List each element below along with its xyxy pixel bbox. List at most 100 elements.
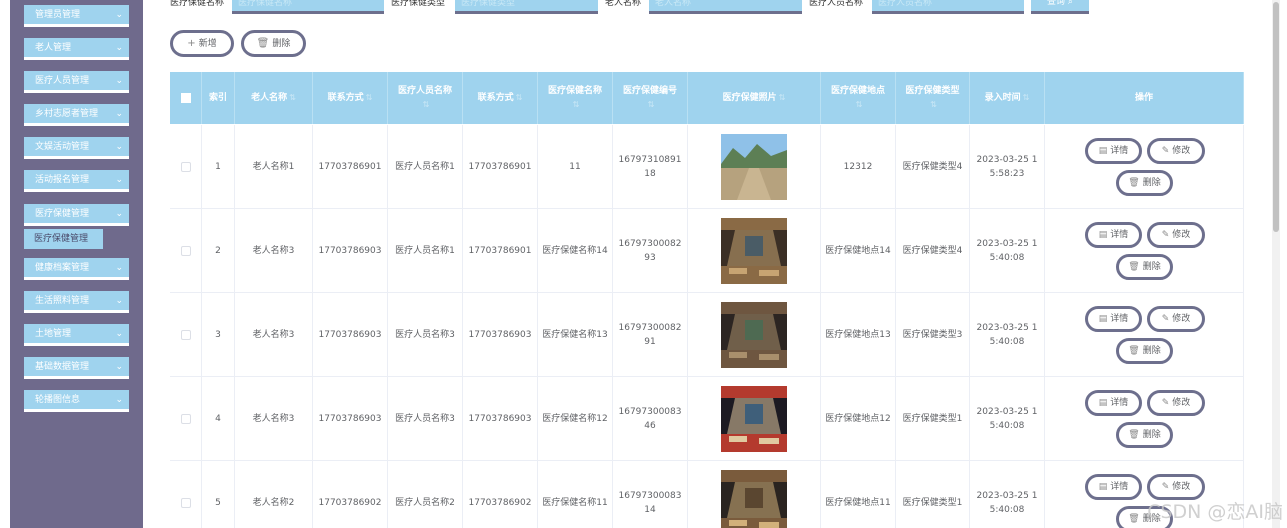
watermark: CSDN @恋AI脑 xyxy=(1147,501,1283,523)
sidebar-subitem-health[interactable]: 医疗保健管理 xyxy=(24,229,103,249)
health-photo-image[interactable] xyxy=(721,385,787,452)
sidebar-item[interactable]: 医疗人员管理 ⌄ xyxy=(24,71,129,93)
edit-button[interactable]: ✎ 修改 xyxy=(1147,390,1205,416)
search-icon: ⌕ xyxy=(1067,0,1073,7)
detail-button-label: 详情 xyxy=(1110,482,1129,492)
column-header-content: 医疗保健照片 ⇅ xyxy=(723,91,786,105)
sort-icon[interactable]: ⇅ xyxy=(516,93,523,102)
cell-health-name: 医疗保健名称13 xyxy=(538,293,613,376)
row-checkbox[interactable] xyxy=(180,329,191,340)
sidebar-item-label: 轮播图信息 xyxy=(35,395,81,405)
detail-button[interactable]: ▤ 详情 xyxy=(1085,138,1142,164)
column-header[interactable]: 录入时间 ⇅ xyxy=(970,72,1045,124)
column-header: 索引 xyxy=(202,72,235,124)
column-header[interactable]: 医疗保健照片 ⇅ xyxy=(688,72,821,124)
search-input-health-type[interactable] xyxy=(455,0,598,14)
edit-button[interactable]: ✎ 修改 xyxy=(1147,138,1205,164)
search-input-health-name[interactable] xyxy=(232,0,384,14)
health-photo-image[interactable] xyxy=(721,469,787,528)
cell-health-type-text: 医疗保健类型3 xyxy=(902,329,963,340)
edit-button-label: 修改 xyxy=(1172,314,1191,324)
health-photo-image[interactable] xyxy=(721,133,787,200)
sidebar-item[interactable]: 医疗保健管理 ⌄ xyxy=(24,204,129,226)
column-header-label: 索引 xyxy=(208,92,227,103)
health-photo-image[interactable] xyxy=(721,217,787,284)
chevron-down-icon: ⌄ xyxy=(115,395,123,405)
sort-icon[interactable]: ⇅ xyxy=(423,100,430,109)
header-select-all xyxy=(170,72,202,124)
detail-button[interactable]: ▤ 详情 xyxy=(1085,222,1142,248)
row-checkbox[interactable] xyxy=(180,413,191,424)
sidebar-item[interactable]: 健康档案管理 ⌄ xyxy=(24,258,129,280)
sidebar-item[interactable]: 生活照料管理 ⌄ xyxy=(24,291,129,313)
edit-button[interactable]: ✎ 修改 xyxy=(1147,306,1205,332)
batch-delete-button[interactable]: 🗑 删除 xyxy=(241,30,306,57)
cell-index: 2 xyxy=(202,209,235,292)
search-input-elder-name[interactable] xyxy=(649,0,802,14)
sort-icon[interactable]: ⇅ xyxy=(648,100,655,109)
cell-health-place-text: 医疗保健地点13 xyxy=(825,329,891,340)
sort-icon[interactable]: ⇅ xyxy=(366,93,373,102)
cell-select xyxy=(170,293,202,376)
sort-icon[interactable]: ⇅ xyxy=(1023,93,1030,102)
detail-button[interactable]: ▤ 详情 xyxy=(1085,390,1142,416)
sidebar-item[interactable]: 老人管理 ⌄ xyxy=(24,38,129,60)
cell-staff-phone: 17703786901 xyxy=(463,209,538,292)
column-header[interactable]: 联系方式 ⇅ xyxy=(313,72,388,124)
edit-button[interactable]: ✎ 修改 xyxy=(1147,222,1205,248)
column-header[interactable]: 医疗保健名称 ⇅ xyxy=(538,72,613,124)
sidebar-item[interactable]: 活动报名管理 ⌄ xyxy=(24,170,129,192)
detail-button[interactable]: ▤ 详情 xyxy=(1085,474,1142,500)
sidebar-item[interactable]: 轮播图信息 ⌄ xyxy=(24,390,129,412)
sidebar-item[interactable]: 文娱活动管理 ⌄ xyxy=(24,137,129,159)
column-header[interactable]: 医疗保健类型 ⇅ xyxy=(896,72,970,124)
sidebar-item-label: 健康档案管理 xyxy=(35,263,90,273)
sort-icon[interactable]: ⇅ xyxy=(930,100,937,109)
row-delete-button[interactable]: 🗑 删除 xyxy=(1116,338,1173,364)
row-delete-button[interactable]: 🗑 删除 xyxy=(1116,254,1173,280)
cell-elder-phone: 17703786902 xyxy=(313,461,388,528)
column-header-content: 医疗保健编号 ⇅ xyxy=(623,85,677,112)
chevron-down-icon: ⌄ xyxy=(115,76,123,86)
detail-button[interactable]: ▤ 详情 xyxy=(1085,306,1142,332)
cell-health-name-text: 医疗保健名称13 xyxy=(542,329,608,340)
scrollbar-thumb[interactable] xyxy=(1273,2,1279,232)
column-header[interactable]: 医疗保健编号 ⇅ xyxy=(613,72,688,124)
cell-health-code: 1679730008346 xyxy=(613,377,688,460)
add-button-label: 新增 xyxy=(198,39,217,49)
sidebar-item[interactable]: 乡村志愿者管理 ⌄ xyxy=(24,104,129,126)
document-icon: ▤ xyxy=(1098,314,1108,324)
cell-actions: ▤ 详情 ✎ 修改 🗑 删除 xyxy=(1045,377,1244,460)
row-delete-button[interactable]: 🗑 删除 xyxy=(1116,170,1173,196)
cell-health-photo xyxy=(688,125,821,208)
row-checkbox[interactable] xyxy=(180,161,191,172)
row-checkbox[interactable] xyxy=(180,497,191,508)
query-button[interactable]: 查询 ⌕ xyxy=(1031,0,1089,14)
column-header-label: 医疗保健照片 xyxy=(722,93,777,103)
sort-icon[interactable]: ⇅ xyxy=(856,100,863,109)
cell-health-name-text: 医疗保健名称11 xyxy=(542,497,608,508)
column-header[interactable]: 老人名称 ⇅ xyxy=(235,72,313,124)
cell-actions: ▤ 详情 ✎ 修改 🗑 删除 xyxy=(1045,293,1244,376)
sidebar-item[interactable]: 管理员管理 ⌄ xyxy=(24,5,129,27)
cell-staff-name: 医疗人员名称1 xyxy=(388,125,463,208)
column-header[interactable]: 医疗人员名称 ⇅ xyxy=(388,72,463,124)
column-header[interactable]: 联系方式 ⇅ xyxy=(463,72,538,124)
health-photo-image[interactable] xyxy=(721,301,787,368)
sidebar-item[interactable]: 土地管理 ⌄ xyxy=(24,324,129,346)
row-checkbox[interactable] xyxy=(180,245,191,256)
sort-icon[interactable]: ⇅ xyxy=(573,100,580,109)
cell-staff-name: 医疗人员名称1 xyxy=(388,209,463,292)
sort-icon[interactable]: ⇅ xyxy=(289,93,296,102)
column-header[interactable]: 医疗保健地点 ⇅ xyxy=(821,72,896,124)
row-delete-button[interactable]: 🗑 删除 xyxy=(1116,422,1173,448)
sort-icon[interactable]: ⇅ xyxy=(779,93,786,102)
cell-index-text: 5 xyxy=(215,497,221,508)
add-button[interactable]: + 新增 xyxy=(170,30,234,57)
sidebar-item[interactable]: 基础数据管理 ⌄ xyxy=(24,357,129,379)
page-scrollbar[interactable] xyxy=(1272,0,1280,528)
table-row: 4 老人名称3 17703786903 医疗人员名称3 17703786903 医疗保健名… xyxy=(170,377,1244,461)
select-all-checkbox[interactable] xyxy=(180,93,191,103)
cell-staff-name-text: 医疗人员名称1 xyxy=(395,161,455,172)
search-input-staff-name[interactable] xyxy=(872,0,1024,14)
